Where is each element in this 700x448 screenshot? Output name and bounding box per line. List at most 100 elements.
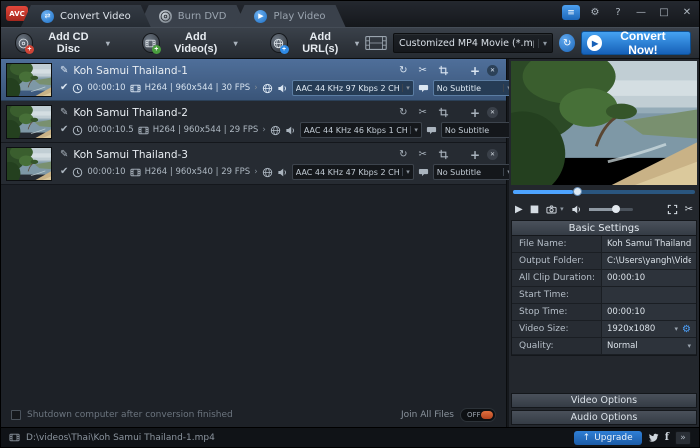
join-all-files-toggle[interactable]: OFF: [460, 408, 496, 422]
crop-icon[interactable]: [438, 65, 449, 76]
volume-knob[interactable]: [611, 204, 620, 213]
chevron-down-icon: ▾: [354, 38, 359, 48]
subtitle-select[interactable]: No Subtitle ▾: [432, 80, 515, 96]
convert-item-icon[interactable]: ↻: [399, 107, 407, 118]
item-checkbox[interactable]: ✔: [60, 83, 68, 93]
maximize-button[interactable]: □: [656, 6, 672, 20]
clock-icon: [72, 167, 83, 178]
video-info-text: H264 | 960x540 | 29 FPS: [144, 167, 251, 177]
twitter-icon[interactable]: [648, 432, 659, 443]
quality-select[interactable]: Normal ▾: [602, 338, 696, 354]
start-time-field[interactable]: [602, 287, 696, 303]
clock-icon: [72, 83, 83, 94]
speaker-icon[interactable]: [277, 83, 288, 94]
add-urls-button[interactable]: + Add URL(s) ▾: [264, 30, 365, 56]
file-title: Koh Samui Thailand-1: [73, 64, 188, 77]
chevron-down-icon: ▾: [402, 168, 410, 176]
speaker-icon[interactable]: [277, 167, 288, 178]
speaker-icon[interactable]: [285, 125, 296, 136]
volume-slider[interactable]: [588, 204, 633, 213]
file-row[interactable]: ✎ Koh Samui Thailand-1 ↻ ✂ + ✕ ✔ 00:00:1…: [1, 59, 515, 101]
chevron-down-icon[interactable]: ▾: [675, 325, 679, 333]
volume-speaker-icon[interactable]: [571, 204, 582, 215]
output-folder-field[interactable]: C:\Users\yangh\Videos...: [602, 253, 696, 269]
tab-convert-video[interactable]: ⇄ Convert Video: [21, 5, 151, 27]
video-info-text: H264 | 960x544 | 30 FPS: [144, 83, 251, 93]
clock-icon: [72, 125, 83, 136]
video-options-header[interactable]: Video Options: [511, 393, 697, 408]
edit-title-icon[interactable]: ✎: [60, 65, 68, 76]
globe-icon[interactable]: [270, 125, 281, 136]
globe-icon[interactable]: [262, 83, 273, 94]
output-format-select[interactable]: Customized MP4 Movie (*.mp4) ▾: [392, 33, 553, 53]
edit-title-icon[interactable]: ✎: [60, 149, 68, 160]
snapshot-camera-icon[interactable]: [546, 204, 557, 215]
video-thumbnail: [6, 146, 52, 181]
file-row[interactable]: ✎ Koh Samui Thailand-3 ↻ ✂ + ✕ ✔ 00:00:1…: [1, 143, 515, 185]
file-title: Koh Samui Thailand-3: [73, 148, 188, 161]
shutdown-checkbox[interactable]: [11, 410, 21, 420]
add-cd-disc-button[interactable]: + Add CD Disc ▾: [9, 30, 116, 56]
crop-icon[interactable]: [438, 149, 449, 160]
facebook-icon[interactable]: f: [665, 432, 669, 443]
crop-icon[interactable]: [438, 107, 449, 118]
setting-row: All Clip Duration: 00:00:10: [512, 270, 696, 287]
film-icon: [138, 125, 149, 136]
subtitle-bubble-icon[interactable]: [426, 125, 437, 136]
add-videos-button[interactable]: + Add Video(s) ▾: [136, 30, 244, 56]
stop-time-field[interactable]: 00:00:10: [602, 304, 696, 320]
add-item-icon[interactable]: +: [470, 149, 480, 161]
tab-label: Convert Video: [60, 10, 131, 22]
convert-item-icon[interactable]: ↻: [399, 65, 407, 76]
trim-icon[interactable]: ✂: [419, 65, 427, 76]
add-item-icon[interactable]: +: [470, 65, 480, 77]
remove-item-icon[interactable]: ✕: [487, 107, 498, 118]
help-icon[interactable]: ?: [610, 6, 626, 20]
convert-item-icon[interactable]: ↻: [399, 149, 407, 160]
seek-knob[interactable]: [573, 187, 583, 196]
audio-options-header[interactable]: Audio Options: [511, 410, 697, 425]
subtitle-select[interactable]: No Subtitle ▾: [432, 164, 515, 180]
convert-now-button[interactable]: ▶ Convert Now!: [581, 29, 691, 57]
more-panel-icon[interactable]: »: [675, 430, 691, 445]
basic-settings-header[interactable]: Basic Settings: [511, 220, 697, 236]
edit-title-icon[interactable]: ✎: [60, 107, 68, 118]
remove-item-icon[interactable]: ✕: [487, 149, 498, 160]
play-button[interactable]: ▶: [515, 204, 523, 215]
remove-item-icon[interactable]: ✕: [487, 65, 498, 76]
url-globe-icon: +: [269, 33, 289, 54]
add-item-icon[interactable]: +: [470, 107, 480, 119]
video-size-select[interactable]: 1920x1080 ▾ ⚙: [602, 321, 696, 337]
file-row[interactable]: ✎ Koh Samui Thailand-2 ↻ ✂ + ✕ ✔ 00:00:1…: [1, 101, 523, 143]
file-name-field[interactable]: Koh Samui Thailand-1: [602, 236, 696, 252]
subtitle-bubble-icon[interactable]: [418, 167, 429, 178]
tab-play-video[interactable]: ▶ Play Video: [234, 5, 345, 27]
minimize-button[interactable]: —: [633, 6, 649, 20]
clip-scissors-icon[interactable]: ✂: [685, 204, 693, 215]
fullscreen-icon[interactable]: [667, 204, 678, 215]
snapshot-caret-icon[interactable]: ▾: [560, 205, 564, 213]
refresh-profile-icon[interactable]: ↻: [558, 34, 576, 52]
chevron-down-icon[interactable]: ▾: [687, 342, 691, 350]
settings-gear-icon[interactable]: ⚙: [587, 6, 603, 20]
item-checkbox[interactable]: ✔: [60, 125, 68, 135]
stop-button[interactable]: ■: [530, 204, 539, 215]
menu-icon[interactable]: ≡: [562, 5, 580, 20]
audio-track-select[interactable]: AAC 44 KHz 46 Kbps 1 CH ... ▾: [299, 122, 422, 138]
audio-track-select[interactable]: AAC 44 KHz 97 Kbps 2 CH ... ▾: [291, 80, 414, 96]
item-checkbox[interactable]: ✔: [60, 167, 68, 177]
audio-track-select[interactable]: AAC 44 KHz 47 Kbps 2 CH ... ▾: [291, 164, 414, 180]
seek-bar[interactable]: [513, 187, 695, 196]
chevron-down-icon: ▾: [402, 84, 410, 92]
subtitle-bubble-icon[interactable]: [418, 83, 429, 94]
video-thumbnail: [6, 104, 52, 139]
setting-row: Video Size: 1920x1080 ▾ ⚙: [512, 321, 696, 338]
close-button[interactable]: ✕: [679, 6, 695, 20]
trim-icon[interactable]: ✂: [419, 107, 427, 118]
video-size-gear-icon[interactable]: ⚙: [682, 324, 691, 335]
tab-burn-dvd[interactable]: Burn DVD: [139, 5, 247, 27]
upgrade-button[interactable]: ↑ Upgrade: [573, 430, 642, 445]
trim-icon[interactable]: ✂: [419, 149, 427, 160]
globe-icon[interactable]: [262, 167, 273, 178]
shutdown-label: Shutdown computer after conversion finis…: [27, 410, 233, 420]
